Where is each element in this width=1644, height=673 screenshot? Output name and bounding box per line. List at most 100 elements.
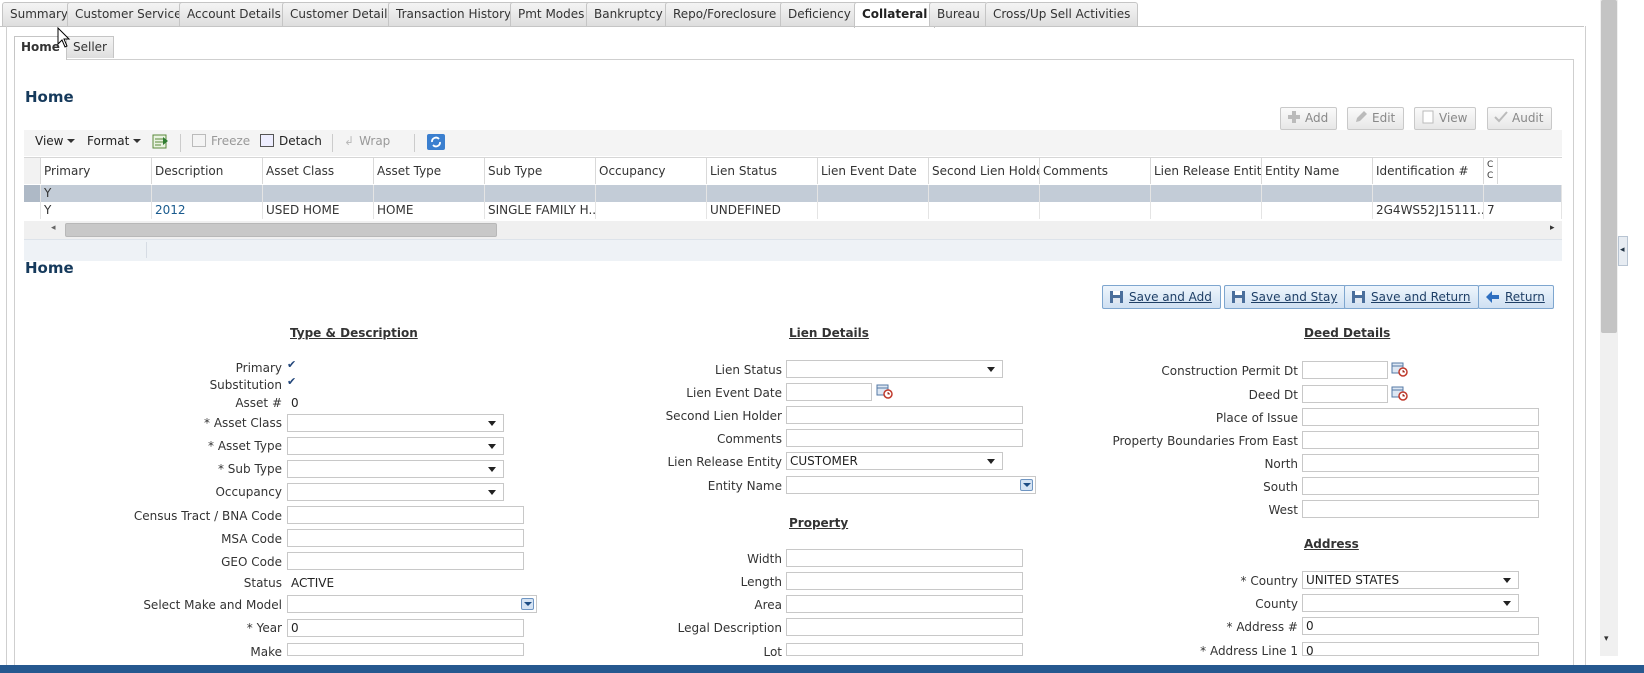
- calendar-icon[interactable]: [876, 383, 893, 399]
- column-header-identification[interactable]: Identification #: [1373, 158, 1484, 184]
- deed-dt-input[interactable]: [1302, 385, 1388, 403]
- view-button[interactable]: View: [1414, 107, 1477, 130]
- make-input[interactable]: [287, 643, 524, 656]
- audit-button[interactable]: Audit: [1487, 107, 1553, 130]
- save-and-stay-button[interactable]: Save and Stay: [1224, 285, 1347, 309]
- column-header-lien-event-date[interactable]: Lien Event Date: [818, 158, 929, 184]
- column-header-lien-release-entity[interactable]: Lien Release Entity: [1151, 158, 1262, 184]
- tab-repo-foreclosure[interactable]: Repo/Foreclosure: [665, 2, 785, 26]
- column-header-description[interactable]: Description: [152, 158, 263, 184]
- lien-status-label: Lien Status: [714, 363, 782, 377]
- second-lien-holder-input[interactable]: [786, 406, 1023, 424]
- sub-type-label: * Sub Type: [217, 462, 282, 476]
- boundaries-east-label: Property Boundaries From East: [1112, 434, 1298, 448]
- entity-name-lov[interactable]: [786, 476, 1036, 494]
- table-row[interactable]: Y 2012 USED HOME HOME SINGLE FAMILY H...…: [24, 202, 1562, 219]
- freeze-icon: [192, 134, 206, 147]
- row-selector[interactable]: [24, 185, 41, 202]
- view-menu[interactable]: View: [35, 134, 76, 148]
- lot-input[interactable]: [786, 643, 1023, 656]
- length-input[interactable]: [786, 572, 1023, 590]
- save-and-add-button[interactable]: Save and Add: [1102, 285, 1221, 309]
- tab-customer-service[interactable]: Customer Service: [67, 2, 190, 26]
- column-header-truncated[interactable]: C C: [1484, 158, 1498, 184]
- county-select[interactable]: [1302, 594, 1519, 612]
- tab-customer-details[interactable]: Customer Details: [282, 2, 402, 26]
- entity-name-label: Entity Name: [707, 479, 782, 493]
- sub-type-select[interactable]: [287, 460, 504, 478]
- tab-pmt-modes[interactable]: Pmt Modes: [510, 2, 593, 26]
- north-input[interactable]: [1302, 454, 1539, 472]
- comments-input[interactable]: [786, 429, 1023, 447]
- column-header-comments[interactable]: Comments: [1040, 158, 1151, 184]
- census-tract-input[interactable]: [287, 506, 524, 524]
- table-row[interactable]: Y: [24, 185, 1562, 202]
- south-input[interactable]: [1302, 477, 1539, 495]
- dropdown-arrow-icon: [488, 490, 496, 495]
- place-of-issue-input[interactable]: [1302, 408, 1539, 426]
- msa-code-input[interactable]: [287, 529, 524, 547]
- address-line1-input[interactable]: 0: [1302, 642, 1539, 656]
- column-header-second-lien-holder[interactable]: Second Lien Holder: [929, 158, 1040, 184]
- tab-cross-up-sell[interactable]: Cross/Up Sell Activities: [985, 2, 1139, 26]
- lien-status-select[interactable]: [786, 360, 1003, 378]
- freeze-button[interactable]: Freeze: [192, 134, 250, 148]
- audit-label: Audit: [1512, 111, 1544, 125]
- tab-summary[interactable]: Summary: [2, 2, 76, 26]
- export-icon[interactable]: [152, 133, 170, 151]
- scroll-down-icon[interactable]: ▾: [1604, 634, 1609, 644]
- legal-description-input[interactable]: [786, 618, 1023, 636]
- tab-collateral[interactable]: Collateral: [854, 2, 936, 28]
- country-select[interactable]: UNITED STATES: [1302, 571, 1519, 589]
- calendar-icon[interactable]: [1391, 361, 1408, 377]
- format-menu[interactable]: Format: [87, 134, 142, 148]
- tab-account-details[interactable]: Account Details: [179, 2, 289, 26]
- scroll-left-icon[interactable]: ◂: [51, 223, 56, 233]
- boundaries-east-input[interactable]: [1302, 431, 1539, 449]
- asset-type-select[interactable]: [287, 437, 504, 455]
- side-panel-toggle[interactable]: ◂: [1618, 236, 1628, 266]
- wrap-button[interactable]: ↲ Wrap: [344, 134, 390, 148]
- refresh-icon[interactable]: [426, 133, 446, 151]
- tab-bureau[interactable]: Bureau: [929, 2, 988, 26]
- column-header-asset-type[interactable]: Asset Type: [374, 158, 485, 184]
- asset-class-select[interactable]: [287, 414, 504, 432]
- column-header-occupancy[interactable]: Occupancy: [596, 158, 707, 184]
- return-button[interactable]: Return: [1478, 285, 1554, 309]
- address-number-input[interactable]: 0: [1302, 617, 1539, 635]
- column-header-sub-type[interactable]: Sub Type: [485, 158, 596, 184]
- width-input[interactable]: [786, 549, 1023, 567]
- calendar-icon[interactable]: [1391, 385, 1408, 401]
- grid-horizontal-scrollbar[interactable]: ◂ ▸: [24, 221, 1562, 239]
- scroll-right-icon[interactable]: ▸: [1550, 223, 1555, 233]
- subtab-seller[interactable]: Seller: [66, 36, 114, 58]
- save-and-return-button[interactable]: Save and Return: [1344, 285, 1480, 309]
- geo-code-input[interactable]: [287, 552, 524, 570]
- lov-dropdown-icon[interactable]: [521, 598, 534, 610]
- edit-button[interactable]: Edit: [1347, 107, 1405, 130]
- west-input[interactable]: [1302, 500, 1539, 518]
- cell-description-link[interactable]: 2012: [152, 202, 263, 219]
- primary-checkbox[interactable]: ✔: [287, 358, 296, 371]
- year-input[interactable]: 0: [287, 619, 524, 637]
- detach-button[interactable]: Detach: [260, 134, 322, 148]
- tab-deficiency[interactable]: Deficiency: [780, 2, 859, 26]
- area-input[interactable]: [786, 595, 1023, 613]
- column-header-asset-class[interactable]: Asset Class: [263, 158, 374, 184]
- tab-bankruptcy[interactable]: Bankruptcy: [586, 2, 671, 26]
- add-button[interactable]: Add: [1280, 107, 1338, 130]
- row-selector[interactable]: [24, 202, 41, 219]
- grid-scroll-thumb[interactable]: [65, 223, 497, 237]
- lien-release-entity-select[interactable]: CUSTOMER: [786, 452, 1003, 470]
- lien-event-date-input[interactable]: [786, 383, 872, 401]
- tab-transaction-history[interactable]: Transaction History: [388, 2, 520, 26]
- occupancy-select[interactable]: [287, 483, 504, 501]
- make-model-lov[interactable]: [287, 595, 537, 613]
- column-header-entity-name[interactable]: Entity Name: [1262, 158, 1373, 184]
- column-header-primary[interactable]: Primary: [41, 158, 152, 184]
- substitution-checkbox[interactable]: ✔: [287, 375, 296, 388]
- column-header-lien-status[interactable]: Lien Status: [707, 158, 818, 184]
- construction-permit-dt-input[interactable]: [1302, 361, 1388, 379]
- lov-dropdown-icon[interactable]: [1020, 479, 1033, 491]
- page-scroll-thumb[interactable]: [1601, 0, 1617, 333]
